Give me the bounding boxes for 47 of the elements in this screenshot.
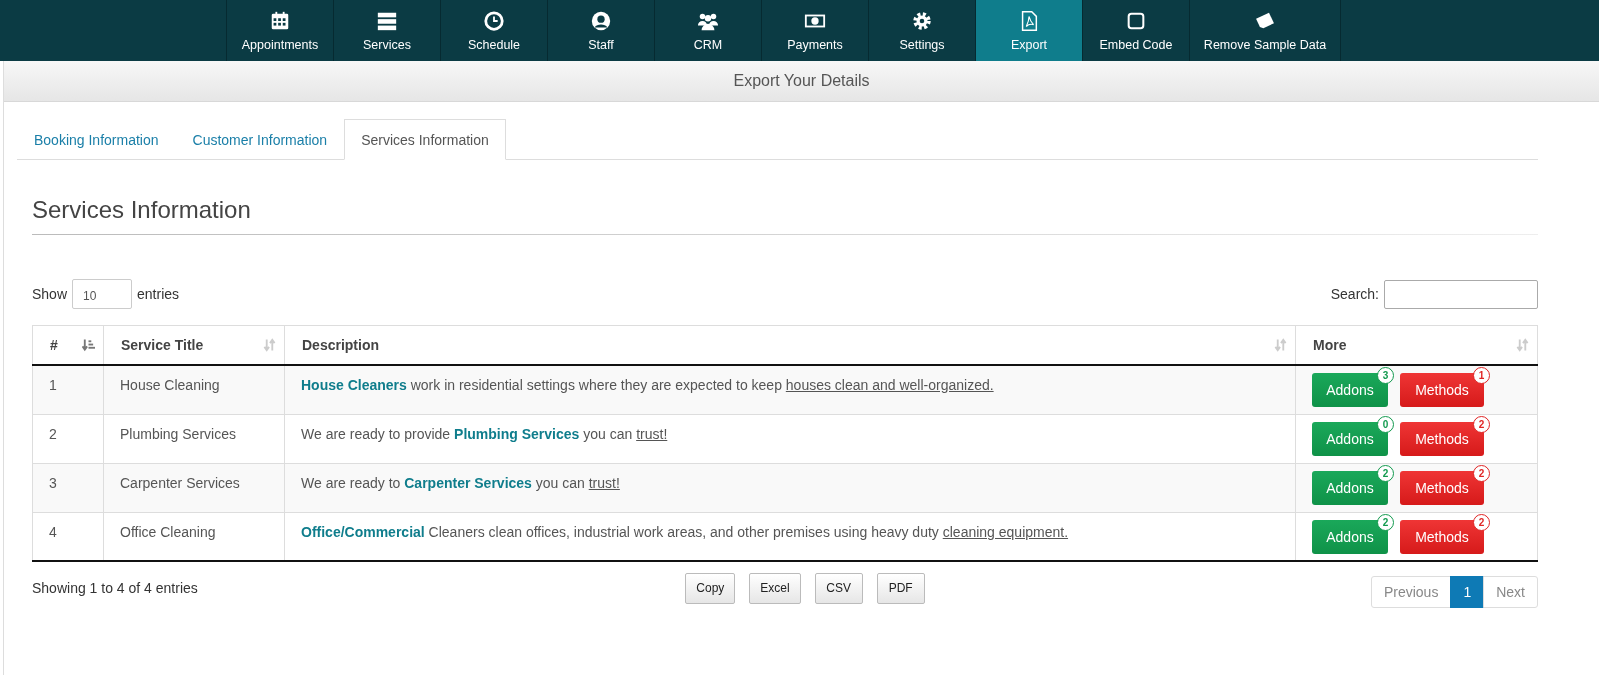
table-cell: 3 <box>32 463 104 512</box>
search-field[interactable] <box>1384 279 1538 309</box>
count-badge: 2 <box>1473 464 1490 482</box>
table-cell: Office Cleaning <box>103 512 285 561</box>
description-text: House Cleaners work in residential settings where they are expected to keep houses clean and well-organized. <box>284 365 1296 414</box>
table-cell: 2 <box>32 414 104 463</box>
search-label: Search: <box>1330 286 1379 302</box>
calendar-icon <box>269 9 291 32</box>
export-button[interactable]: Copy <box>685 572 736 604</box>
count-badge: 2 <box>1377 513 1394 531</box>
section-heading: Services Information <box>32 196 252 224</box>
description-link[interactable]: trust! <box>588 474 620 491</box>
table-cell: House Cleaning <box>103 365 285 414</box>
table-cell: Plumbing Services <box>103 414 285 463</box>
nav-item[interactable]: Export <box>975 0 1082 61</box>
export-button[interactable]: Excel <box>749 572 801 604</box>
count-badge: 1 <box>1473 367 1490 384</box>
tab[interactable]: Booking Information <box>17 119 176 160</box>
description-link[interactable]: houses clean and well-organized. <box>785 377 994 393</box>
export-button[interactable]: PDF <box>876 572 925 604</box>
entries-info: Showing 1 to 4 of 4 entries <box>32 580 199 596</box>
export-button[interactable]: CSV <box>814 572 863 604</box>
next-page-button[interactable]: Next <box>1483 576 1538 608</box>
show-label: Show <box>32 286 68 302</box>
count-badge: 2 <box>1473 513 1490 531</box>
description-link[interactable]: trust! <box>636 425 668 442</box>
clock-icon <box>483 9 505 32</box>
description-link[interactable]: cleaning equipment. <box>942 523 1069 540</box>
entries-label: entries <box>137 286 180 302</box>
description-text: We are ready to Carpenter Services you can trust! <box>284 463 1296 512</box>
page-number-button[interactable]: 1 <box>1450 576 1485 608</box>
table-cell: 1 <box>32 365 104 414</box>
tab[interactable]: Services Information <box>344 119 506 160</box>
count-badge: 2 <box>1473 415 1490 433</box>
user-icon <box>590 9 612 32</box>
count-badge: 0 <box>1377 415 1394 433</box>
table-cell: 4 <box>32 512 104 561</box>
previous-page-button[interactable]: Previous <box>1370 576 1452 608</box>
count-badge: 3 <box>1377 367 1394 384</box>
settings-icon <box>911 9 933 32</box>
page-title: Export Your Details <box>733 72 870 90</box>
tab[interactable]: Customer Information <box>175 119 345 160</box>
count-badge: 2 <box>1377 464 1394 482</box>
description-text: Office/Commercial Cleaners clean offices, industrial work areas, and other premises using heavy duty cleaning equipment. <box>284 512 1296 561</box>
table-cell: Carpenter Services <box>103 463 285 512</box>
description-text: We are ready to provide Plumbing Services you can trust! <box>284 414 1296 463</box>
entries-select[interactable]: 10 <box>72 279 133 309</box>
